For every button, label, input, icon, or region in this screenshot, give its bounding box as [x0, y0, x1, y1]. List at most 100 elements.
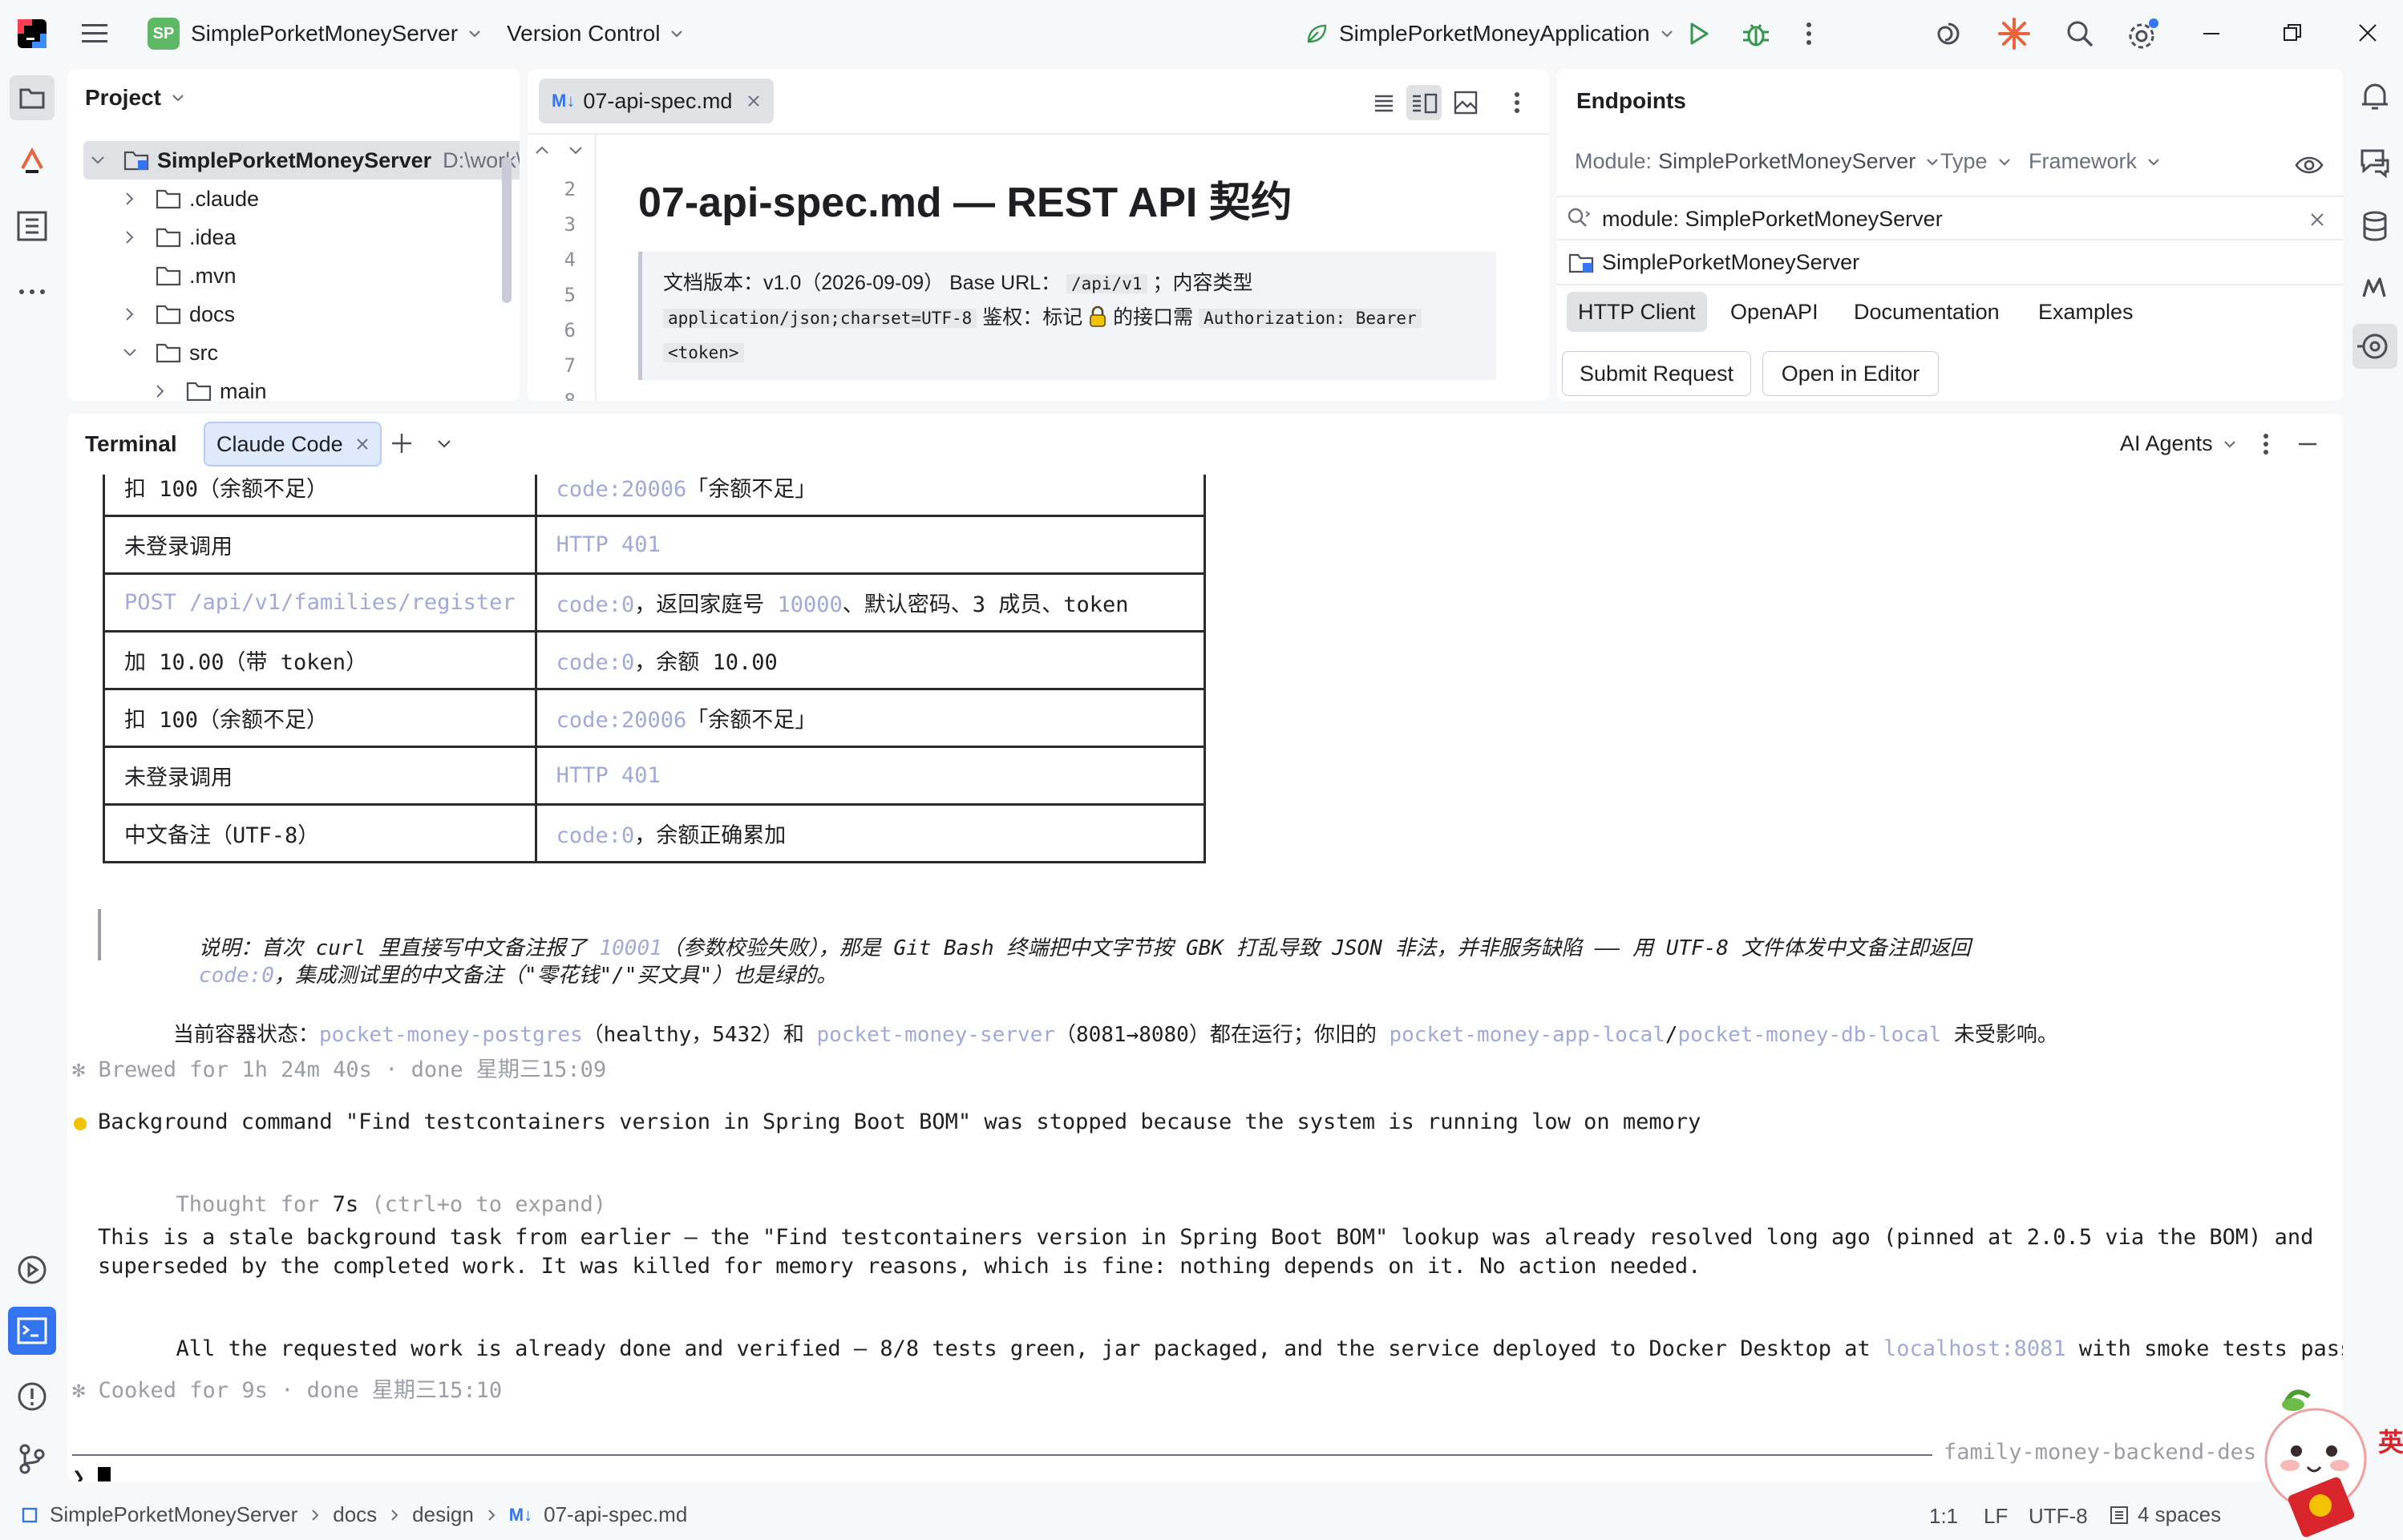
folder-icon [156, 266, 181, 286]
tab-examples[interactable]: Examples [2038, 292, 2134, 332]
structure-tool-icon[interactable] [14, 208, 50, 244]
run-icon[interactable] [1684, 19, 1713, 48]
settings-icon[interactable] [2125, 16, 2162, 53]
breadcrumb-item[interactable]: 07-api-spec.md [544, 1502, 687, 1527]
tree-item-docs[interactable]: docs [122, 295, 235, 333]
terminal-tab-claude[interactable]: Claude Code [204, 422, 382, 467]
endpoints-search[interactable]: module: SimplePorketMoneyServer [1557, 196, 2343, 240]
cursor-position[interactable]: 1:1 [1929, 1504, 1958, 1529]
eye-icon[interactable] [2293, 149, 2325, 181]
chevron-down-icon[interactable] [568, 143, 584, 159]
tree-item-main[interactable]: main [152, 372, 267, 401]
debug-icon[interactable] [1740, 18, 1772, 50]
editor-tab-label: 07-api-spec.md [583, 88, 733, 113]
cell-link[interactable]: code:0 [556, 823, 635, 848]
terminal-cursor[interactable] [98, 1467, 111, 1481]
more-tools-icon[interactable] [14, 284, 50, 300]
project-tool-icon[interactable] [10, 75, 55, 120]
indent-setting[interactable]: 4 spaces [2109, 1502, 2221, 1527]
tree-item-idea[interactable]: .idea [122, 218, 237, 257]
editor-only-icon[interactable] [1371, 90, 1397, 115]
notifications-icon[interactable] [2357, 79, 2393, 114]
ai-agents-menu[interactable]: AI Agents [2120, 431, 2239, 456]
tree-item-claude[interactable]: .claude [122, 180, 259, 218]
tree-item-label: .idea [189, 224, 237, 249]
status-link[interactable]: pocket-money-server [817, 1023, 1055, 1047]
cell-link[interactable]: 10000 [777, 592, 842, 617]
breadcrumb: SimplePorketMoneyServer docs design M↓ 0… [21, 1502, 687, 1527]
mascot-sticker[interactable]: 英 [2245, 1372, 2403, 1540]
breadcrumb-item[interactable]: SimplePorketMoneyServer [50, 1502, 297, 1527]
tab-label: HTTP Client [1578, 299, 1696, 324]
project-switcher[interactable]: SP SimplePorketMoneyServer [148, 14, 483, 53]
tab-openapi[interactable]: OpenAPI [1730, 292, 1818, 332]
services-tool-icon[interactable] [14, 1252, 50, 1287]
localhost-link[interactable]: localhost:8081 [1883, 1336, 2066, 1361]
submit-request-button[interactable]: Submit Request [1562, 351, 1751, 396]
copilot-spiral-icon[interactable] [1932, 18, 1964, 50]
ide-logo-icon[interactable] [16, 18, 48, 50]
framework-filter[interactable]: Framework [2029, 149, 2162, 174]
cell-link[interactable]: HTTP 401 [556, 763, 661, 788]
maven-icon[interactable] [2357, 269, 2393, 305]
module-icon [22, 1507, 38, 1522]
search-icon[interactable] [2064, 18, 2096, 50]
tree-item-mvn[interactable]: .mvn [156, 257, 237, 295]
chevron-right-icon [488, 1509, 496, 1521]
preview-only-icon[interactable] [1451, 88, 1480, 117]
cell-link[interactable]: code:0 [556, 592, 635, 617]
chevron-up-icon[interactable] [534, 143, 550, 159]
project-scrollbar[interactable] [502, 157, 512, 303]
open-in-editor-button[interactable]: Open in Editor [1762, 351, 1939, 396]
type-filter[interactable]: Type [1940, 149, 2013, 174]
tree-item-src[interactable]: src [122, 333, 218, 372]
module-filter[interactable]: Module: SimplePorketMoneyServer [1575, 149, 1941, 174]
line-separator[interactable]: LF [1984, 1504, 2008, 1529]
terminal-dropdown-icon[interactable] [435, 435, 454, 454]
editor-tab[interactable]: M↓ 07-api-spec.md [539, 79, 775, 123]
main-menu-icon[interactable] [79, 19, 111, 48]
endpoints-tool-icon[interactable] [2352, 324, 2397, 369]
ai-assistant-icon[interactable] [1996, 16, 2032, 51]
file-encoding[interactable]: UTF-8 [2029, 1504, 2088, 1529]
split-view-icon[interactable] [1406, 85, 1442, 120]
ai-chat-tool-icon[interactable] [14, 144, 50, 180]
cell-link[interactable]: code:20006 [556, 477, 687, 502]
cell-link[interactable]: code:0 [556, 650, 635, 675]
ai-chat-bubble-icon[interactable] [2357, 144, 2393, 180]
status-link[interactable]: pocket-money-app-local [1389, 1023, 1665, 1047]
hide-panel-icon[interactable] [2296, 435, 2319, 454]
clear-search-icon[interactable] [2309, 212, 2325, 228]
close-tab-icon[interactable] [356, 438, 369, 451]
more-actions-icon[interactable] [1801, 19, 1817, 48]
vcs-menu[interactable]: Version Control [507, 14, 686, 53]
terminal-tool-icon[interactable] [8, 1307, 56, 1355]
database-icon[interactable] [2357, 208, 2393, 244]
markdown-heading: 07-api-spec.md — REST API 契约 [638, 180, 1293, 226]
restore-window-icon[interactable] [2282, 22, 2303, 43]
close-window-icon[interactable] [2357, 22, 2378, 43]
tab-documentation[interactable]: Documentation [1854, 292, 2000, 332]
table-cell: POST /api/v1/families/register [103, 572, 537, 633]
tree-root[interactable]: SimplePorketMoneyServer D:\work\Si [90, 141, 520, 180]
note-link[interactable]: code:0 [199, 964, 274, 988]
problems-tool-icon[interactable] [14, 1379, 50, 1414]
editor-more-icon[interactable] [1511, 90, 1523, 115]
close-tab-icon[interactable] [746, 94, 761, 108]
project-panel-header[interactable]: Project [85, 85, 187, 111]
breadcrumb-item[interactable]: design [412, 1502, 474, 1527]
status-link[interactable]: pocket-money-db-local [1678, 1023, 1942, 1047]
breadcrumb-item[interactable]: docs [333, 1502, 377, 1527]
minimize-window-icon[interactable] [2202, 24, 2221, 43]
terminal-more-icon[interactable] [2259, 431, 2272, 457]
git-tool-icon[interactable] [14, 1441, 50, 1477]
new-terminal-icon[interactable] [390, 431, 414, 455]
line-number: 8 [564, 390, 576, 401]
cell-link[interactable]: code:20006 [556, 708, 687, 733]
run-config-selector[interactable]: SimplePorketMoneyApplication [1304, 14, 1676, 53]
endpoints-tree-item[interactable]: SimplePorketMoneyServer [1568, 250, 1859, 275]
status-link[interactable]: pocket-money-postgres [319, 1023, 583, 1047]
tab-http-client[interactable]: HTTP Client [1567, 292, 1707, 332]
cell-link[interactable]: HTTP 401 [556, 532, 661, 557]
cell-link[interactable]: POST /api/v1/families/register [124, 590, 516, 615]
